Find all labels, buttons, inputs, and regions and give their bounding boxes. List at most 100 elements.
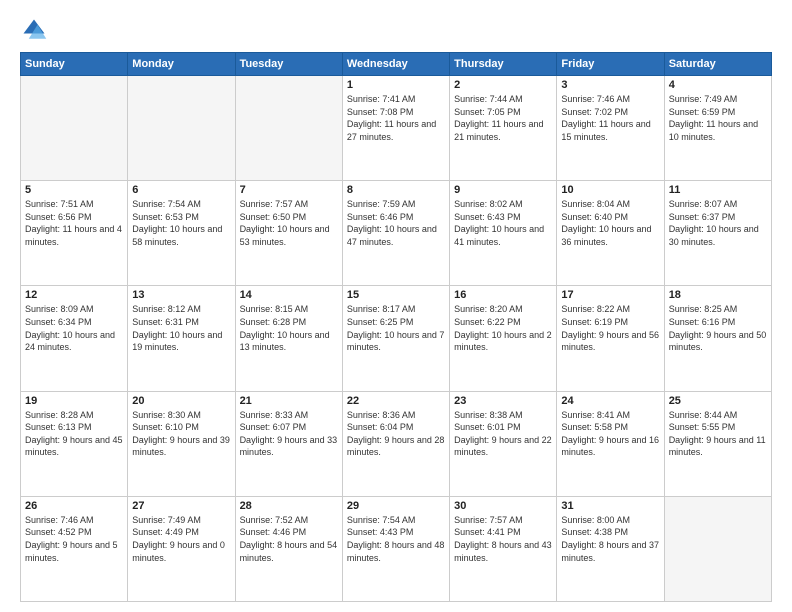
header <box>20 16 772 44</box>
day-number: 2 <box>454 79 552 91</box>
day-number: 21 <box>240 395 338 407</box>
weekday-header-friday: Friday <box>557 53 664 76</box>
cell-info: Sunrise: 8:07 AMSunset: 6:37 PMDaylight:… <box>669 198 767 248</box>
cell-info: Sunrise: 8:04 AMSunset: 6:40 PMDaylight:… <box>561 198 659 248</box>
calendar-cell: 28 Sunrise: 7:52 AMSunset: 4:46 PMDayligh… <box>235 496 342 601</box>
cell-info: Sunrise: 8:28 AMSunset: 6:13 PMDaylight:… <box>25 409 123 459</box>
calendar-cell: 4Sunrise: 7:49 AMSunset: 6:59 PMDaylight… <box>664 76 771 181</box>
cell-info: Sunrise: 7:46 AMSunset: 4:52 PMDaylight:… <box>25 514 123 564</box>
cell-info: Sunrise: 8:09 AMSunset: 6:34 PMDaylight:… <box>25 303 123 353</box>
calendar-cell: 16Sunrise: 8:20 AMSunset: 6:22 PMDayligh… <box>450 286 557 391</box>
calendar-cell: 15Sunrise: 8:17 AMSunset: 6:25 PMDayligh… <box>342 286 449 391</box>
cell-info: Sunrise: 7:57 AMSunset: 6:50 PMDaylight:… <box>240 198 338 248</box>
cell-info: Sunrise: 8:41 AMSunset: 5:58 PMDaylight:… <box>561 409 659 459</box>
cell-info: Sunrise: 7:54 AMSunset: 6:53 PMDaylight:… <box>132 198 230 248</box>
calendar-cell <box>664 496 771 601</box>
cell-info: Sunrise: 8:25 AMSunset: 6:16 PMDaylight:… <box>669 303 767 353</box>
day-number: 18 <box>669 289 767 301</box>
day-number: 22 <box>347 395 445 407</box>
day-number: 3 <box>561 79 659 91</box>
day-number: 17 <box>561 289 659 301</box>
cell-info: Sunrise: 7:57 AMSunset: 4:41 PMDaylight:… <box>454 514 552 564</box>
day-number: 25 <box>669 395 767 407</box>
calendar-cell: 31 Sunrise: 8:00 AMSunset: 4:38 PMDayligh… <box>557 496 664 601</box>
page: SundayMondayTuesdayWednesdayThursdayFrid… <box>0 0 792 612</box>
calendar-cell: 21Sunrise: 8:33 AMSunset: 6:07 PMDayligh… <box>235 391 342 496</box>
calendar-cell: 26 Sunrise: 7:46 AMSunset: 4:52 PMDayligh… <box>21 496 128 601</box>
weekday-header-sunday: Sunday <box>21 53 128 76</box>
cell-info: Sunrise: 7:52 AMSunset: 4:46 PMDaylight:… <box>240 514 338 564</box>
day-number: 30 <box>454 500 552 512</box>
logo-icon <box>20 16 48 44</box>
calendar-cell: 22 Sunrise: 8:36 AMSunset: 6:04 PMDayligh… <box>342 391 449 496</box>
calendar-cell: 14 Sunrise: 8:15 AMSunset: 6:28 PMDayligh… <box>235 286 342 391</box>
cell-info: Sunrise: 8:17 AMSunset: 6:25 PMDaylight:… <box>347 303 445 353</box>
cell-info: Sunrise: 8:36 AMSunset: 6:04 PMDaylight:… <box>347 409 445 459</box>
cell-info: Sunrise: 8:20 AMSunset: 6:22 PMDaylight:… <box>454 303 552 353</box>
cell-info: Sunrise: 8:30 AMSunset: 6:10 PMDaylight:… <box>132 409 230 459</box>
calendar-cell: 7 Sunrise: 7:57 AMSunset: 6:50 PMDaylight… <box>235 181 342 286</box>
calendar-cell: 3 Sunrise: 7:46 AMSunset: 7:02 PMDaylight… <box>557 76 664 181</box>
weekday-header-row: SundayMondayTuesdayWednesdayThursdayFrid… <box>21 53 772 76</box>
cell-info: Sunrise: 7:49 AMSunset: 4:49 PMDaylight:… <box>132 514 230 564</box>
cell-info: Sunrise: 7:59 AMSunset: 6:46 PMDaylight:… <box>347 198 445 248</box>
calendar-cell: 8Sunrise: 7:59 AMSunset: 6:46 PMDaylight… <box>342 181 449 286</box>
day-number: 6 <box>132 184 230 196</box>
cell-info: Sunrise: 8:22 AMSunset: 6:19 PMDaylight:… <box>561 303 659 353</box>
cell-info: Sunrise: 7:46 AMSunset: 7:02 PMDaylight:… <box>561 93 659 143</box>
week-row-0: 1 Sunrise: 7:41 AMSunset: 7:08 PMDaylight… <box>21 76 772 181</box>
calendar-cell: 6 Sunrise: 7:54 AMSunset: 6:53 PMDaylight… <box>128 181 235 286</box>
day-number: 28 <box>240 500 338 512</box>
calendar-cell: 23 Sunrise: 8:38 AMSunset: 6:01 PMDayligh… <box>450 391 557 496</box>
calendar-cell: 11 Sunrise: 8:07 AMSunset: 6:37 PMDayligh… <box>664 181 771 286</box>
week-row-1: 5 Sunrise: 7:51 AMSunset: 6:56 PMDaylight… <box>21 181 772 286</box>
day-number: 20 <box>132 395 230 407</box>
calendar-cell: 12 Sunrise: 8:09 AMSunset: 6:34 PMDayligh… <box>21 286 128 391</box>
cell-info: Sunrise: 8:38 AMSunset: 6:01 PMDaylight:… <box>454 409 552 459</box>
weekday-header-wednesday: Wednesday <box>342 53 449 76</box>
calendar-table: SundayMondayTuesdayWednesdayThursdayFrid… <box>20 52 772 602</box>
calendar-cell: 1 Sunrise: 7:41 AMSunset: 7:08 PMDaylight… <box>342 76 449 181</box>
cell-info: Sunrise: 7:49 AMSunset: 6:59 PMDaylight:… <box>669 93 767 143</box>
calendar-cell: 25 Sunrise: 8:44 AMSunset: 5:55 PMDayligh… <box>664 391 771 496</box>
day-number: 31 <box>561 500 659 512</box>
day-number: 23 <box>454 395 552 407</box>
day-number: 14 <box>240 289 338 301</box>
day-number: 12 <box>25 289 123 301</box>
cell-info: Sunrise: 7:51 AMSunset: 6:56 PMDaylight:… <box>25 198 123 248</box>
calendar-cell: 20 Sunrise: 8:30 AMSunset: 6:10 PMDayligh… <box>128 391 235 496</box>
calendar-cell: 13 Sunrise: 8:12 AMSunset: 6:31 PMDayligh… <box>128 286 235 391</box>
calendar-cell: 5 Sunrise: 7:51 AMSunset: 6:56 PMDaylight… <box>21 181 128 286</box>
day-number: 10 <box>561 184 659 196</box>
cell-info: Sunrise: 7:41 AMSunset: 7:08 PMDaylight:… <box>347 93 445 143</box>
calendar-cell: 9Sunrise: 8:02 AMSunset: 6:43 PMDaylight… <box>450 181 557 286</box>
calendar-cell <box>128 76 235 181</box>
day-number: 11 <box>669 184 767 196</box>
cell-info: Sunrise: 8:00 AMSunset: 4:38 PMDaylight:… <box>561 514 659 564</box>
day-number: 7 <box>240 184 338 196</box>
calendar-cell <box>21 76 128 181</box>
calendar-cell <box>235 76 342 181</box>
week-row-4: 26 Sunrise: 7:46 AMSunset: 4:52 PMDayligh… <box>21 496 772 601</box>
day-number: 9 <box>454 184 552 196</box>
day-number: 19 <box>25 395 123 407</box>
calendar-cell: 2 Sunrise: 7:44 AMSunset: 7:05 PMDaylight… <box>450 76 557 181</box>
cell-info: Sunrise: 8:44 AMSunset: 5:55 PMDaylight:… <box>669 409 767 459</box>
week-row-2: 12 Sunrise: 8:09 AMSunset: 6:34 PMDayligh… <box>21 286 772 391</box>
cell-info: Sunrise: 8:12 AMSunset: 6:31 PMDaylight:… <box>132 303 230 353</box>
cell-info: Sunrise: 7:44 AMSunset: 7:05 PMDaylight:… <box>454 93 552 143</box>
weekday-header-tuesday: Tuesday <box>235 53 342 76</box>
week-row-3: 19 Sunrise: 8:28 AMSunset: 6:13 PMDayligh… <box>21 391 772 496</box>
calendar-cell: 19 Sunrise: 8:28 AMSunset: 6:13 PMDayligh… <box>21 391 128 496</box>
day-number: 1 <box>347 79 445 91</box>
logo <box>20 16 52 44</box>
day-number: 13 <box>132 289 230 301</box>
day-number: 26 <box>25 500 123 512</box>
calendar-cell: 24Sunrise: 8:41 AMSunset: 5:58 PMDayligh… <box>557 391 664 496</box>
weekday-header-monday: Monday <box>128 53 235 76</box>
calendar-cell: 30 Sunrise: 7:57 AMSunset: 4:41 PMDayligh… <box>450 496 557 601</box>
cell-info: Sunrise: 8:15 AMSunset: 6:28 PMDaylight:… <box>240 303 338 353</box>
day-number: 5 <box>25 184 123 196</box>
calendar-cell: 27Sunrise: 7:49 AMSunset: 4:49 PMDayligh… <box>128 496 235 601</box>
calendar-cell: 18 Sunrise: 8:25 AMSunset: 6:16 PMDayligh… <box>664 286 771 391</box>
